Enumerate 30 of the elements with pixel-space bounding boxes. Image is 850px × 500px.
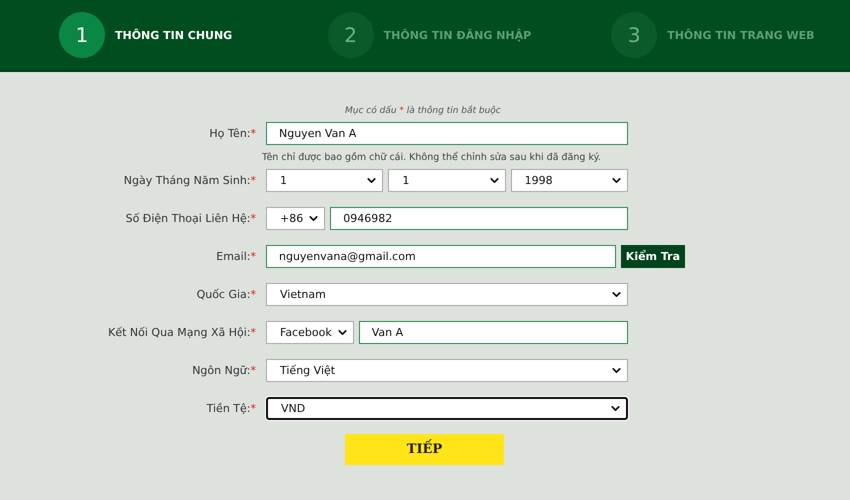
field-label: Tiền Tệ:* — [206, 402, 256, 415]
dropdown-select[interactable]: Vietnam — [266, 283, 628, 306]
field-label: Ngày Tháng Năm Sinh:* — [124, 174, 256, 187]
step-number: 1 — [59, 12, 105, 58]
dropdown-select[interactable]: +86 — [266, 207, 326, 230]
field-label: Kết Nối Qua Mạng Xã Hội:* — [108, 326, 256, 339]
field-label: Số Điện Thoại Liên Hệ:* — [126, 212, 256, 225]
step-label: THÔNG TIN CHUNG — [115, 28, 232, 42]
text-input[interactable]: 0946982 — [330, 207, 628, 230]
step-label: THÔNG TIN ĐĂNG NHẬP — [384, 28, 532, 42]
step-label: THÔNG TIN TRANG WEB — [667, 28, 815, 42]
field-label: Email:* — [216, 250, 256, 263]
text-input[interactable]: nguyenvana@gmail.com — [266, 245, 616, 268]
text-input[interactable]: Van A — [358, 321, 628, 344]
field-label: Quốc Gia:* — [196, 288, 256, 301]
dropdown-select[interactable]: Tiếng Việt — [266, 359, 628, 382]
step-number: 2 — [328, 12, 374, 58]
dropdown-select[interactable]: VND — [266, 397, 628, 420]
field-label: Ngôn Ngữ:* — [192, 364, 256, 377]
dropdown-select[interactable]: Facebook — [266, 321, 354, 344]
step-number: 3 — [611, 12, 658, 58]
field-label: Họ Tên:* — [209, 127, 256, 140]
check-button[interactable]: Kiểm Tra — [620, 245, 685, 268]
dropdown-select[interactable]: 1 — [388, 169, 506, 192]
dropdown-select[interactable]: 1998 — [510, 169, 628, 192]
next-button[interactable]: TIẾP — [345, 434, 504, 465]
required-note: Mục có dấu * là thông tin bắt buộc — [345, 106, 501, 116]
dropdown-select[interactable]: 1 — [266, 169, 384, 192]
text-input[interactable]: Nguyen Van A — [266, 122, 628, 145]
field-hint: Tên chỉ được bao gồm chữ cái. Không thể chỉnh sửa sau khi đã đăng ký. — [262, 152, 601, 163]
